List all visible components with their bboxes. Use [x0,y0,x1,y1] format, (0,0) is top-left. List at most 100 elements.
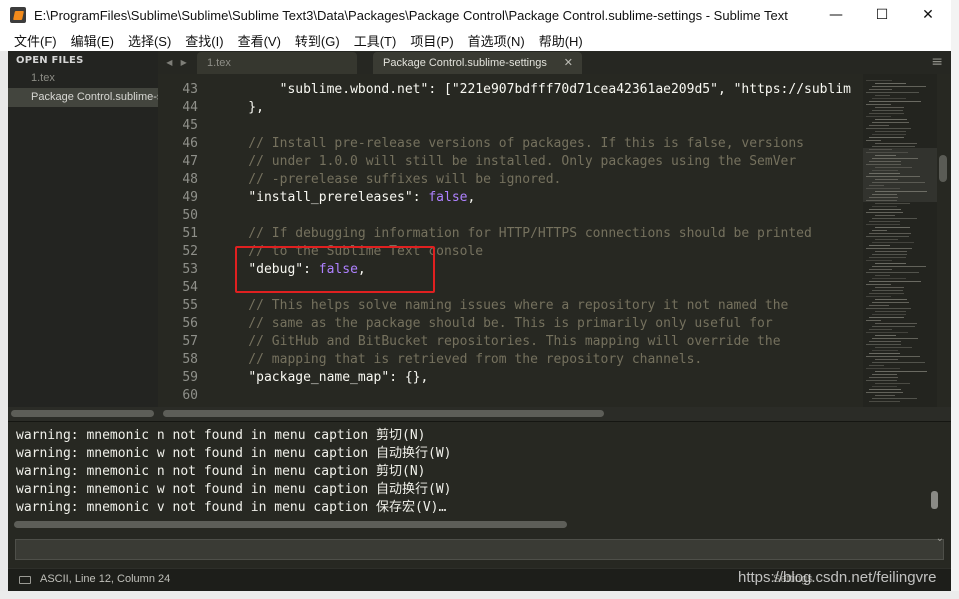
minimap-line [872,122,909,123]
watermark: https://blog.csdn.net/feilingvre [738,569,937,586]
minimap-line [866,260,892,261]
editor-vertical-scroll-thumb[interactable] [939,155,947,182]
tab-navigation: ◀ ▶ [158,51,195,74]
menu-view[interactable]: 查看(V) [231,31,288,50]
code-token: "package_name_map" [248,370,390,385]
minimap-line [866,212,903,213]
minimap-line [869,173,900,174]
code-line[interactable]: "install_prereleases": false, [217,189,862,207]
line-number: 55 [182,298,198,313]
maximize-button[interactable]: ☐ [859,0,905,30]
console-input-area: ⌄ [8,531,951,568]
minimap-line [869,365,884,366]
code-line[interactable]: // GitHub and BitBucket repositories. Th… [217,333,862,351]
menu-preferences[interactable]: 首选项(N) [461,31,532,50]
minimap-line [872,242,914,243]
minimap-line [872,146,916,147]
minimap-line [869,137,905,138]
tab-nav-left-icon[interactable]: ◀ [166,58,172,67]
code-area[interactable]: "sublime.wbond.net": ["221e907bdfff70d71… [217,81,862,405]
code-line[interactable] [217,117,862,135]
code-token: false [428,190,468,205]
minimap-line [875,287,904,288]
window-controls: — ☐ ✕ [813,0,951,30]
code-line[interactable] [217,207,862,225]
menu-project[interactable]: 项目(P) [403,31,460,50]
console-vertical-scroll-thumb[interactable] [931,491,938,509]
panel-toggle-icon[interactable] [19,576,31,584]
line-number: 44 [182,100,198,115]
tab-package-control-settings[interactable]: Package Control.sublime-settings ✕ [373,52,582,74]
minimap-line [869,353,900,354]
console-horizontal-scroll-thumb[interactable] [14,521,567,528]
code-editor[interactable]: 43 44 45 46 47 48 49 50 51 52 53 54 55 56 57 58 59 60 "su… [158,74,951,407]
sidebar-horizontal-scroll-thumb[interactable] [11,410,154,417]
console-line: warning: mnemonic w not found in menu ca… [16,482,452,497]
window-title: E:\ProgramFiles\Sublime\Sublime\Sublime … [34,7,788,23]
sidebar-file-1-tex[interactable]: 1.tex [8,69,158,88]
code-token: : [ [428,82,452,97]
minimap-line [875,311,906,312]
console-line: warning: mnemonic w not found in menu ca… [16,446,452,461]
minimap-line [875,263,906,264]
minimap-line [872,86,926,87]
window-edge-bottom [0,591,959,599]
minimap-line [875,155,896,156]
menu-goto[interactable]: 转到(G) [288,31,347,50]
minimap-line [875,119,908,120]
code-line[interactable]: // same as the package should be. This i… [217,315,862,333]
console-input[interactable] [15,539,944,560]
console-line: warning: mnemonic v not found in menu ca… [16,500,447,515]
menu-edit[interactable]: 编辑(E) [64,31,121,50]
code-line[interactable]: "sublime.wbond.net": ["221e907bdfff70d71… [217,81,862,99]
minimap-line [866,92,919,93]
minimap-line [866,344,901,345]
tab-bar: ◀ ▶ 1.tex Package Control.sublime-settin… [158,51,951,74]
code-line[interactable]: // mapping that is retrieved from the re… [217,351,862,369]
menu-find[interactable]: 查找(I) [178,31,230,50]
code-line[interactable]: // under 1.0.0 will still be installed. … [217,153,862,171]
minimap-line [869,185,884,186]
line-number: 58 [182,352,198,367]
menu-tools[interactable]: 工具(T) [347,31,404,50]
code-token: : [412,190,429,205]
minimap-line [875,335,896,336]
tab-menu-icon[interactable]: ≡ [931,54,943,70]
menu-selection[interactable]: 选择(S) [121,31,178,50]
menu-file[interactable]: 文件(F) [0,31,64,50]
line-number: 57 [182,334,198,349]
code-line[interactable]: }, [217,99,862,117]
sidebar-file-package-control-settings[interactable]: Package Control.sublime-settings [8,88,158,107]
tab-1-tex[interactable]: 1.tex [197,52,357,74]
minimap[interactable] [863,74,937,407]
tab-close-icon[interactable]: ✕ [564,52,573,74]
minimap-line [866,356,920,357]
minimap-line [872,338,919,339]
code-line[interactable]: // This helps solve naming issues where … [217,297,862,315]
code-line[interactable]: // -prerelease suffixes will be ignored. [217,171,862,189]
minimap-line [866,116,892,117]
chevron-down-icon[interactable]: ⌄ [936,533,944,544]
code-line[interactable] [217,387,862,405]
code-line[interactable]: "package_name_map": {}, [217,369,862,387]
console-line: warning: mnemonic n not found in menu ca… [16,428,426,443]
editor-horizontal-scroll-thumb[interactable] [163,410,604,417]
minimap-line [866,248,913,249]
code-line[interactable]: // If debugging information for HTTP/HTT… [217,225,862,243]
tab-nav-right-icon[interactable]: ▶ [181,58,187,67]
minimize-button[interactable]: — [813,0,859,30]
minimap-line [872,182,925,183]
minimap-line [866,128,911,129]
code-line[interactable]: // Install pre-release versions of packa… [217,135,862,153]
sidebar-header: OPEN FILES [16,55,84,66]
menu-help[interactable]: 帮助(H) [532,31,590,50]
minimap-line [872,386,898,387]
minimap-line [866,308,911,309]
editor-vertical-scrollbar[interactable] [937,74,951,407]
menu-bar: 文件(F) 编辑(E) 选择(S) 查找(I) 查看(V) 转到(G) 工具(T… [0,30,951,52]
annotation-highlight-box [235,246,435,293]
close-button[interactable]: ✕ [905,0,951,30]
minimap-line [866,380,897,381]
minimap-line [866,224,900,225]
